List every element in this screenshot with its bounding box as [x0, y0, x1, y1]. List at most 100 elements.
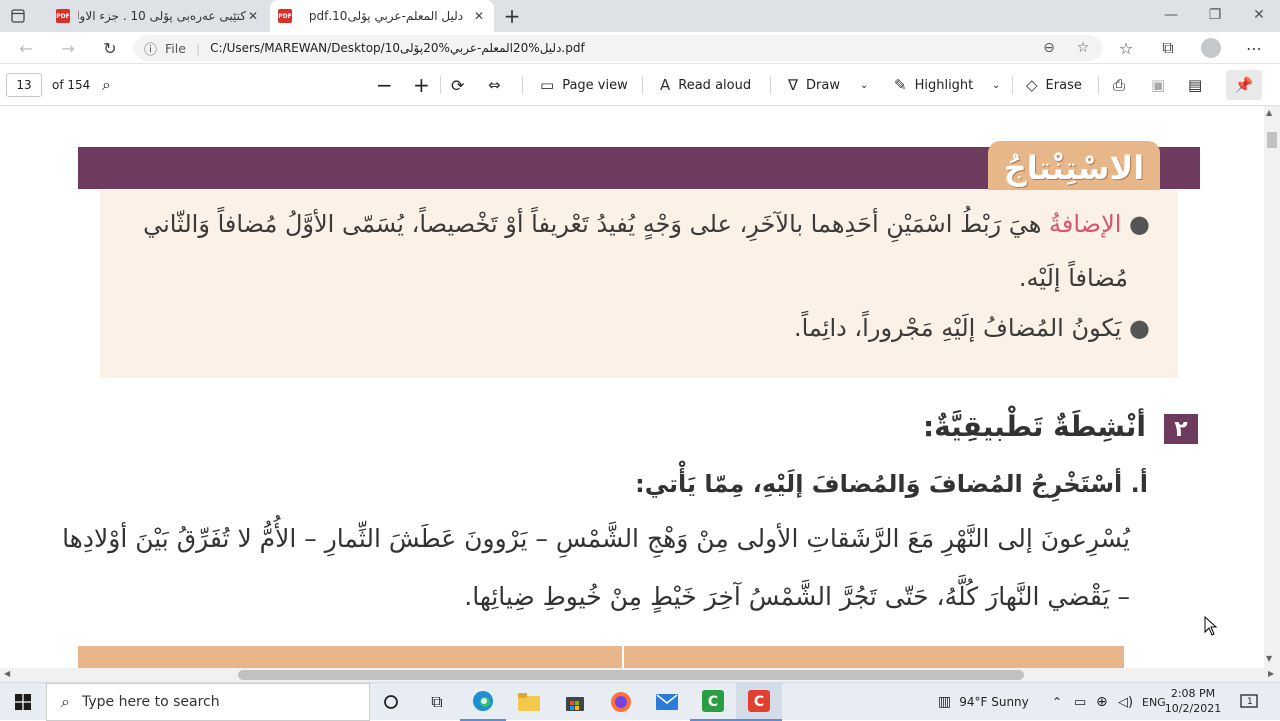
refresh-button[interactable]: ↻: [94, 32, 126, 64]
divider: |: [195, 40, 201, 56]
windows-logo-icon: [15, 694, 31, 710]
windows-taskbar: ⌕ Type here to search ⧉ C C ▥ 94°F Sunny…: [0, 682, 1280, 721]
conclusion-bullet-2: ● يَكونُ المُضافُ إلَيْهِ مَجْروراً، دائ…: [794, 314, 1150, 342]
highlight-label: Highlight: [914, 77, 974, 93]
weather-widget[interactable]: ▥ 94°F Sunny: [938, 683, 1029, 721]
close-tab-icon[interactable]: ✕: [246, 9, 260, 23]
zoom-icon[interactable]: ⊖: [1034, 35, 1064, 61]
volume-icon[interactable]: ◁): [1118, 683, 1133, 721]
file-explorer-icon[interactable]: [506, 683, 552, 721]
pdf-icon: PDF: [278, 9, 292, 23]
restore-button[interactable]: ❐: [1194, 0, 1236, 30]
vertical-scrollbar[interactable]: [1264, 106, 1280, 668]
divider: [770, 76, 771, 94]
highlight-dropdown-icon[interactable]: ⌄: [992, 64, 1000, 106]
draw-dropdown-icon[interactable]: ⌄: [860, 64, 868, 106]
show-hidden-icons[interactable]: ⌃: [1052, 683, 1062, 721]
search-icon[interactable]: ⌕: [102, 64, 111, 106]
weather-icon: ▥: [938, 694, 952, 710]
notification-count: 1: [1247, 697, 1253, 707]
fit-page-icon[interactable]: ⇔: [488, 64, 501, 106]
highlighted-term: الإضافةُ: [1049, 210, 1122, 238]
conclusion-bullet-1: ● الإضافةُ هيَ رَبْطُ اسْمَيْنِ أحَدِهما…: [143, 210, 1150, 238]
definition-text: هيَ رَبْطُ اسْمَيْنِ أحَدِهما بالآخَرِ، …: [143, 210, 1042, 238]
print-icon[interactable]: ⎙: [1113, 64, 1125, 106]
page-view-icon: ▭: [540, 76, 555, 94]
scroll-up-icon[interactable]: ▲: [1266, 108, 1272, 117]
save-as-icon[interactable]: ▤: [1188, 64, 1202, 106]
svg-text:C: C: [708, 694, 718, 710]
section-number: ٢: [1164, 414, 1198, 444]
clock[interactable]: 2:08 PM 10/2/2021: [1160, 686, 1226, 716]
forward-button[interactable]: →: [52, 32, 84, 64]
cortana-icon[interactable]: [368, 683, 414, 721]
language-globe-icon[interactable]: ⊕: [1096, 683, 1108, 721]
tab-teacher-guide[interactable]: PDF دليل المعلم-عربي پۆلی10.pdf ✕: [270, 0, 494, 32]
favorites-icon[interactable]: ☆: [1110, 32, 1142, 64]
scroll-right-icon[interactable]: ▶: [1268, 669, 1274, 678]
answer-table-header: [78, 646, 1124, 668]
start-button[interactable]: [0, 683, 46, 721]
edge-browser-icon[interactable]: [460, 683, 506, 721]
firefox-icon[interactable]: [598, 683, 644, 721]
pdf-icon: PDF: [56, 9, 70, 23]
date: 10/2/2021: [1164, 702, 1222, 715]
passage-line-1: يُسْرِعونَ إلى النَّهْرِ مَعَ الرَّشَقات…: [62, 524, 1130, 553]
minimize-button[interactable]: —: [1150, 0, 1192, 30]
camtasia-recorder-icon[interactable]: C: [690, 683, 736, 721]
task-view-icon[interactable]: ⧉: [414, 683, 460, 721]
network-icon[interactable]: ▭: [1074, 683, 1086, 721]
info-icon[interactable]: ⓘ: [144, 39, 157, 58]
bullet-dot: ●: [1121, 210, 1150, 238]
pin-toolbar-icon[interactable]: 📌: [1226, 70, 1262, 100]
read-aloud-button[interactable]: A Read aloud: [660, 64, 751, 106]
scroll-down-icon[interactable]: ▼: [1266, 654, 1272, 663]
more-menu-icon[interactable]: ⋯: [1238, 32, 1270, 64]
pdf-toolbar: 13 of 154 ⌕ − + ⟳ ⇔ ▭ Page view A Read a…: [0, 64, 1280, 106]
vertical-scroll-thumb[interactable]: [1267, 132, 1277, 148]
tab-actions-icon[interactable]: [8, 6, 28, 26]
erase-label: Erase: [1045, 77, 1082, 93]
highlight-button[interactable]: ✎ Highlight: [894, 64, 973, 106]
read-aloud-label: Read aloud: [678, 77, 752, 93]
profile-avatar[interactable]: [1201, 38, 1221, 58]
file-label: File: [165, 40, 186, 56]
tab-arabic-book[interactable]: PDF کتێبی عەرەبی پۆلی 10 . جزء الاول.pdf…: [48, 0, 268, 32]
notifications-icon[interactable]: 1: [1240, 683, 1258, 721]
horizontal-scroll-thumb[interactable]: [238, 670, 1024, 680]
draw-label: Draw: [806, 77, 841, 93]
zoom-out-button[interactable]: −: [376, 64, 393, 106]
conclusion-bullet-1-cont: مُضافاً إلَيْه.: [1018, 264, 1128, 292]
rotate-icon[interactable]: ⟳: [451, 64, 464, 106]
save-icon[interactable]: ▣: [1151, 64, 1165, 106]
draw-button[interactable]: ∇ Draw: [788, 64, 840, 106]
taskbar-search-box[interactable]: ⌕ Type here to search: [46, 683, 370, 721]
zoom-in-button[interactable]: +: [413, 64, 430, 106]
new-tab-button[interactable]: +: [500, 4, 524, 28]
address-bar[interactable]: ⓘ File | C:/Users/MAREWAN/Desktop/10دليل…: [134, 35, 1102, 61]
tab-title: کتێبی عەرەبی پۆلی 10 . جزء الاول.pdf: [78, 9, 246, 23]
passage-line-2: – يَقْضي النَّهارَ كُلَّهُ، حَتّى تَجُرَ…: [464, 582, 1130, 611]
section-title: أنْشِطَةٌ تَطْبيقِيَّةٌ:: [922, 410, 1146, 443]
mouse-cursor-icon: [1204, 615, 1218, 639]
favorite-add-icon[interactable]: ☆: [1068, 35, 1098, 61]
back-button[interactable]: ←: [10, 32, 42, 64]
erase-button[interactable]: ◇ Erase: [1026, 64, 1082, 106]
mail-icon[interactable]: [644, 683, 690, 721]
page-view-button[interactable]: ▭ Page view: [540, 64, 628, 106]
camtasia-icon[interactable]: C: [736, 683, 782, 721]
microsoft-store-icon[interactable]: [552, 683, 598, 721]
collections-icon[interactable]: ⧉: [1152, 32, 1184, 64]
page-view-label: Page view: [562, 77, 628, 93]
close-tab-icon[interactable]: ✕: [472, 9, 486, 23]
divider: [1098, 76, 1099, 94]
highlight-icon: ✎: [894, 76, 907, 94]
weather-text: 94°F Sunny: [959, 695, 1029, 709]
close-window-button[interactable]: ✕: [1238, 0, 1280, 30]
page-number-input[interactable]: 13: [6, 73, 42, 97]
scroll-left-icon[interactable]: ◀: [4, 669, 10, 678]
draw-icon: ∇: [788, 76, 799, 94]
tab-title: دليل المعلم-عربي پۆلی10.pdf: [308, 9, 464, 23]
url-text[interactable]: C:/Users/MAREWAN/Desktop/10دليل%20المعلم…: [210, 41, 585, 55]
time: 2:08 PM: [1170, 687, 1216, 700]
